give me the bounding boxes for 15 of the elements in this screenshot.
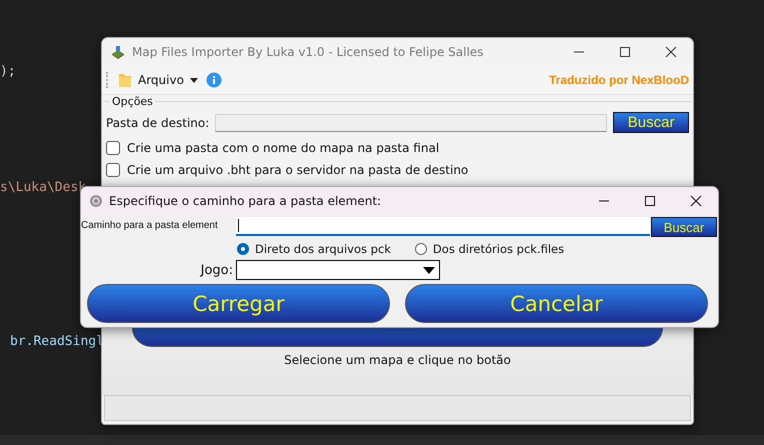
radio-label: Direto dos arquivos pck [255, 242, 391, 256]
destination-label: Pasta de destino: [106, 116, 210, 130]
group-label: Opções [110, 95, 155, 108]
game-label: Jogo: [199, 262, 234, 278]
status-text: Selecione um mapa e clique no botão [284, 353, 511, 367]
credit-label: Traduzido por NexBlooD [548, 73, 689, 87]
code-line: s\Luka\Desk [0, 180, 86, 195]
code-line: ); [0, 64, 16, 79]
path-label: Caminho para a pasta element [81, 219, 219, 231]
code-line: br.ReadSingl [10, 334, 104, 349]
radio-label: Dos diretórios pck.files [432, 242, 564, 256]
checkbox-label: Crie um arquivo .bht para o servidor na pasta de destino [127, 163, 468, 177]
window-title: Map Files Importer By Luka v1.0 - Licensed to Felipe Salles [132, 45, 484, 59]
dialog-title: Especifique o caminho para a pasta element: [109, 194, 382, 208]
checkbox-label: Crie uma pasta com o nome do mapa na pasta final [127, 141, 440, 155]
